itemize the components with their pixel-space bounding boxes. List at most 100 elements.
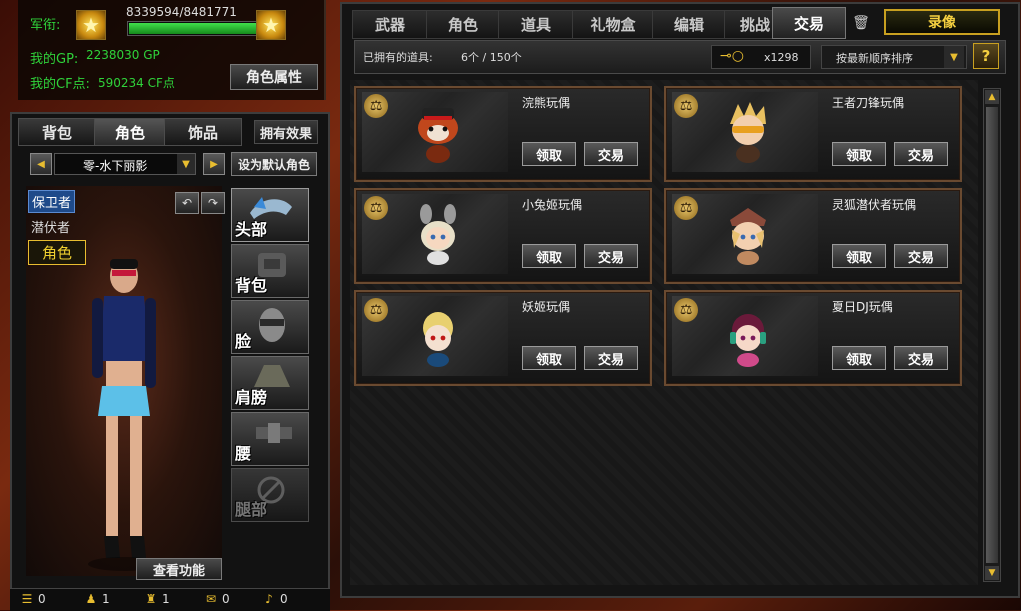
stat-list-value: 0 (38, 592, 46, 606)
faction-defender[interactable]: 保卫者 (28, 190, 76, 213)
character-panel: 背包 角色 饰品 拥有效果 ◀ 零-水下丽影 ▼ ▶ 设为默认角色 保卫者 潜伏… (10, 112, 330, 606)
player-info-panel: 军衔: ★ 8339594/8481771 ★ 我的GP: 2238030 GP… (18, 0, 326, 100)
chevron-down-icon[interactable]: ▼ (944, 46, 964, 68)
item-card: ⚖ 灵狐潜伏者玩偶 领取 交易 (664, 188, 962, 284)
claim-button[interactable]: 领取 (832, 244, 886, 268)
stat-chat[interactable]: ✉ 0 (204, 592, 230, 606)
sort-select[interactable]: 按最新顺序排序 ▼ (821, 45, 967, 69)
claim-button[interactable]: 领取 (832, 142, 886, 166)
cf-value: 590234 CF点 (98, 76, 175, 90)
key-count: x1298 (764, 51, 799, 64)
tab-roles[interactable]: 角色 (426, 10, 500, 39)
gp-label: 我的GP: (30, 52, 79, 67)
item-card: ⚖ 王者刀锋玩偶 领取 交易 (664, 86, 962, 182)
slot-waist[interactable]: 腰 (231, 412, 309, 466)
slot-face[interactable]: 脸 (231, 300, 309, 354)
tab-gift-box[interactable]: 礼物盒 (572, 10, 654, 39)
prev-character-button[interactable]: ◀ (30, 153, 52, 175)
set-default-character-button[interactable]: 设为默认角色 (231, 152, 317, 176)
chevron-down-icon[interactable]: ▼ (177, 154, 195, 174)
trade-button[interactable]: 交易 (584, 346, 638, 370)
claim-button[interactable]: 领取 (522, 244, 576, 268)
stat-speaker[interactable]: ♪ 0 (262, 592, 287, 606)
rotate-right-icon[interactable]: ↷ (201, 192, 225, 214)
trade-button[interactable]: 交易 (894, 142, 948, 166)
rotate-left-icon[interactable]: ↶ (175, 192, 199, 214)
trade-button[interactable]: 交易 (894, 346, 948, 370)
bottom-status-bar: ☰ 0 ♟ 1 ♜ 1 ✉ 0 ♪ 0 (10, 588, 330, 611)
exp-progress-fill (129, 23, 262, 34)
tab-props[interactable]: 道具 (498, 10, 574, 39)
trade-scale-icon: ⚖ (674, 298, 698, 322)
trade-scale-icon: ⚖ (364, 298, 388, 322)
slot-shoulder-label: 肩膀 (235, 388, 268, 407)
fox-cap-doll-icon (730, 208, 766, 265)
view-function-button[interactable]: 查看功能 (136, 558, 222, 580)
items-toolbar: 已拥有的道具: 6个 / 150个 ⊸○ x1298 按最新顺序排序 ▼ ? (354, 40, 1006, 74)
tab-weapons[interactable]: 武器 (352, 10, 428, 39)
item-card: ⚖ 浣熊玩偶 领取 交易 (354, 86, 652, 182)
claim-button[interactable]: 领取 (522, 142, 576, 166)
list-icon: ☰ (21, 592, 33, 606)
tab-backpack[interactable]: 背包 (18, 118, 96, 146)
speaker-icon: ♪ (265, 592, 273, 606)
exp-progress-bar (127, 21, 266, 36)
trade-button[interactable]: 交易 (894, 244, 948, 268)
help-button[interactable]: ? (973, 43, 999, 69)
stat-person-value: 1 (102, 592, 110, 606)
claim-button[interactable]: 领取 (522, 346, 576, 370)
item-image: ⚖ (672, 194, 818, 274)
items-scrollbar[interactable]: ▲ ▼ (983, 88, 1001, 582)
rank-star-icon: ★ (76, 10, 106, 40)
items-grid: ⚖ 浣熊玩偶 领取 交易 ⚖ 王者刀锋玩偶 领取 交易 ⚖ 小兔姬玩偶 领取 交… (350, 80, 978, 585)
tab-trade[interactable]: 交易 (772, 7, 846, 39)
scroll-thumb[interactable] (986, 107, 998, 563)
key-counter: ⊸○ x1298 (711, 45, 811, 69)
cf-label: 我的CF点: (30, 77, 90, 92)
tab-accessories[interactable]: 饰品 (164, 118, 242, 146)
slot-shoulder[interactable]: 肩膀 (231, 356, 309, 410)
inventory-panel: 武器 角色 道具 礼物盒 编辑 挑战 交易 🗑 录像 已拥有的道具: 6个 / … (340, 2, 1020, 598)
tab-edit[interactable]: 编辑 (652, 10, 726, 39)
slot-head[interactable]: 头部 (231, 188, 309, 242)
slot-head-label: 头部 (235, 220, 268, 239)
claim-button[interactable]: 领取 (832, 346, 886, 370)
next-character-button[interactable]: ▶ (203, 153, 225, 175)
item-name: 王者刀锋玩偶 (832, 96, 905, 110)
item-image: ⚖ (672, 296, 818, 376)
record-button[interactable]: 录像 (884, 9, 1000, 35)
tab-owned-effects[interactable]: 拥有效果 (254, 120, 318, 144)
sort-select-value: 按最新顺序排序 (836, 52, 913, 65)
stat-list[interactable]: ☰ 0 (20, 592, 46, 606)
scroll-down-icon[interactable]: ▼ (985, 566, 999, 580)
trade-scale-icon: ⚖ (364, 94, 388, 118)
trade-scale-icon: ⚖ (674, 94, 698, 118)
trade-button[interactable]: 交易 (584, 244, 638, 268)
exp-text: 8339594/8481771 (126, 5, 237, 19)
next-rank-star-icon: ★ (256, 10, 286, 40)
item-image: ⚖ (362, 92, 508, 172)
item-name: 小兔姬玩偶 (522, 198, 583, 212)
item-card: ⚖ 夏日DJ玩偶 领取 交易 (664, 290, 962, 386)
faction-role[interactable]: 角色 (28, 240, 86, 265)
item-name: 妖姬玩偶 (522, 300, 571, 314)
team-icon: ♜ (145, 592, 157, 606)
trash-icon[interactable]: 🗑 (850, 12, 872, 34)
role-attributes-button[interactable]: 角色属性 (230, 64, 318, 90)
chat-icon: ✉ (205, 592, 217, 606)
scroll-up-icon[interactable]: ▲ (985, 90, 999, 104)
stat-person[interactable]: ♟ 1 (84, 592, 110, 606)
character-select-value: 零-水下丽影 (83, 159, 148, 173)
character-select[interactable]: 零-水下丽影 ▼ (54, 153, 196, 175)
dj-headphones-doll-icon (730, 314, 766, 367)
blonde-sunglasses-doll-icon (730, 102, 766, 163)
stat-team[interactable]: ♜ 1 (144, 592, 170, 606)
tab-character[interactable]: 角色 (94, 118, 166, 146)
bunny-girl-doll-icon (420, 204, 456, 265)
slot-backpack[interactable]: 背包 (231, 244, 309, 298)
faction-lurker[interactable]: 潜伏者 (28, 216, 73, 237)
trade-button[interactable]: 交易 (584, 142, 638, 166)
slot-legs[interactable]: 腿部 (231, 468, 309, 522)
stat-team-value: 1 (162, 592, 170, 606)
rank-label: 军衔: (30, 18, 61, 33)
